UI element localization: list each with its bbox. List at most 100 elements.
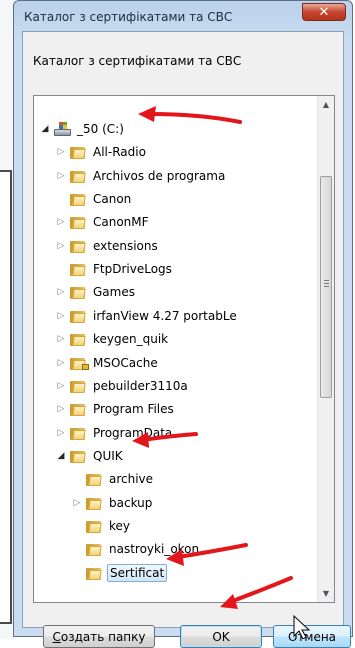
scroll-up-arrow-icon[interactable]: ▲ [318,96,334,113]
tree-item-label: extensions [93,238,158,253]
expand-triangle-icon[interactable]: ▷ [56,309,66,323]
tree-item[interactable]: ▷ ProgramData [34,422,334,444]
tree-item-label: CanonMF [93,215,149,230]
folder-icon [70,402,87,417]
tree-item[interactable]: ▷ CanonMF [34,211,334,233]
folder-icon [70,239,87,253]
tree-item[interactable]: ◢ _50 (C:) [34,118,334,140]
folder-icon [70,309,87,323]
tree-item[interactable]: nastroyki_okon [34,538,334,560]
cancel-label: Отмена [287,629,337,644]
scroll-down-arrow-icon[interactable]: ▼ [318,585,334,602]
dialog-body: Каталог з сертифікатами та СВС ◢ _50 (C:)… [22,31,351,648]
new-folder-accelerator: С [52,629,61,644]
expand-triangle-icon[interactable]: ▷ [72,496,82,510]
tree-item[interactable]: ▷ irfanView 4.27 portabLe [34,305,334,327]
expand-triangle-icon[interactable]: ▷ [56,145,66,159]
collapse-triangle-icon[interactable]: ◢ [56,449,66,463]
expand-triangle-icon[interactable]: ▷ [56,239,66,253]
tree-item[interactable]: archive [34,468,334,490]
tree-item-label: archive [109,472,154,487]
folder-icon [70,145,87,160]
tree-item-label: pebuilder3110a [93,378,188,393]
folder-icon [70,192,87,207]
tree-item-label: key [109,518,131,533]
tree-item-label: FtpDriveLogs [93,262,172,277]
folder-icon [86,519,103,533]
tree-item-label: Canon [93,192,132,207]
background-window-panel [0,170,12,624]
tree-item[interactable]: ▷ backup [34,492,334,514]
folder-tree[interactable]: ◢ _50 (C:) ▷ All-Radio ▷ Archivos de programa… [33,95,335,603]
new-folder-button[interactable]: Создать папку [43,625,155,648]
folder-icon [70,262,87,277]
ok-button[interactable]: OK [180,625,262,648]
expand-triangle-icon[interactable]: ▷ [56,402,66,416]
tree-item[interactable]: ◢ QUIK [34,445,334,467]
tree-item-label: backup [109,495,153,510]
tree-item[interactable]: Canon [34,188,334,210]
tree-item[interactable]: ▷ All-Radio [34,141,334,163]
folder-icon [70,285,87,300]
folder-icon [86,542,103,557]
tree-item[interactable]: ▷ Games [34,281,334,303]
tree-item-label: Sertificat [107,563,168,582]
tree-item-label: nastroyki_okon [109,542,200,557]
folder-icon [70,215,87,230]
close-icon: ✕ [318,4,330,20]
expand-triangle-icon[interactable]: ▷ [56,169,66,183]
folder-icon [70,332,87,347]
expand-triangle-icon[interactable]: ▷ [56,356,66,370]
tree-item-label: MSOCache [93,355,158,370]
tree-item-label: ProgramData [93,425,173,440]
expand-triangle-icon[interactable]: ▷ [56,285,66,299]
folder-icon [86,472,103,487]
ok-label: OK [212,629,230,644]
expand-triangle-icon[interactable]: ▷ [56,215,66,229]
tree-item-label: _50 (C:) [77,122,124,136]
scrollbar-thumb[interactable] [320,176,332,398]
tree-item-label: Program Files [93,402,174,417]
tree-item-label: keygen_quik [93,332,169,347]
tree-item[interactable]: Sertificat [34,562,334,584]
expand-triangle-icon[interactable]: ▷ [56,332,66,346]
cancel-button[interactable]: Отмена [273,625,351,648]
tree-item-label: QUIK [93,448,123,463]
dialog-prompt: Каталог з сертифікатами та СВС [33,54,242,68]
tree-item[interactable]: ▷ extensions [34,235,334,257]
tree-item[interactable]: FtpDriveLogs [34,258,334,280]
tree-item-label: Games [93,285,135,300]
window-title: Каталог з сертифікатами та СВС [24,10,233,24]
folder-icon [70,379,87,393]
folder-icon [70,169,87,183]
tree-item[interactable]: ▷ pebuilder3110a [34,375,334,397]
drive-icon [54,122,71,136]
close-button[interactable]: ✕ [302,3,346,21]
locked-folder-icon [70,356,89,370]
tree-item[interactable]: ▷ keygen_quik [34,328,334,350]
tree-item[interactable]: ▷ Program Files [34,398,334,420]
folder-icon [70,426,87,440]
title-bar[interactable]: Каталог з сертифікатами та СВС ✕ [14,1,352,31]
folder-icon [86,566,103,580]
new-folder-label: оздать папку [60,629,146,644]
tree-item-label: All-Radio [93,145,146,160]
browse-folder-dialog: Каталог з сертифікатами та СВС ✕ Каталог… [13,0,353,648]
tree-item[interactable]: ▷ Archivos de programa [34,165,334,187]
expand-triangle-icon[interactable]: ▷ [56,426,66,440]
collapse-triangle-icon[interactable]: ◢ [40,122,50,136]
tree-item-label: irfanView 4.27 portabLe [93,308,237,323]
tree-item[interactable]: key [34,515,334,537]
folder-icon [86,496,103,510]
tree-item-label: Archivos de programa [93,168,226,183]
tree-item[interactable]: ▷ MSOCache [34,352,334,374]
expand-triangle-icon[interactable]: ▷ [56,379,66,393]
vertical-scrollbar[interactable]: ▲ ▼ [317,96,334,602]
folder-icon [70,449,87,463]
